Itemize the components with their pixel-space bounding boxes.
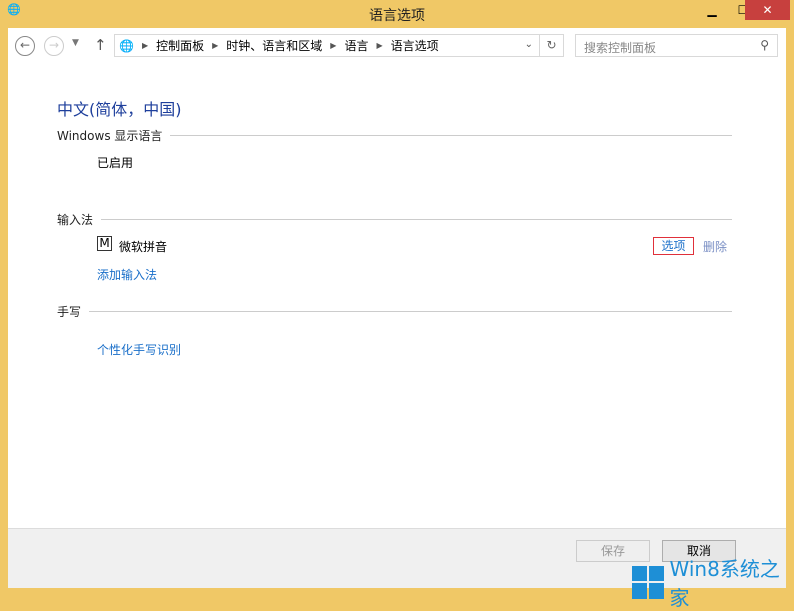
section-label: Windows 显示语言 bbox=[57, 129, 163, 143]
back-button[interactable]: ← bbox=[15, 36, 35, 56]
input-method-section: 输入法 bbox=[57, 211, 732, 228]
forward-button[interactable]: → bbox=[44, 36, 64, 56]
window-content: ← → ▼ ↑ 🌐 ▶ 控制面板 ▶ 时钟、语言和区域 ▶ 语言 ▶ 语言选项 … bbox=[8, 28, 786, 588]
breadcrumb-language[interactable]: 语言 bbox=[344, 37, 368, 54]
up-button[interactable]: ↑ bbox=[94, 36, 107, 54]
divider bbox=[101, 219, 732, 220]
ime-remove-link[interactable]: 删除 bbox=[703, 238, 727, 255]
breadcrumb-control-panel[interactable]: 控制面板 bbox=[156, 37, 204, 54]
page-title: 中文(简体，中国) bbox=[57, 100, 182, 119]
close-button[interactable]: ✕ bbox=[745, 0, 790, 20]
windows-logo-icon bbox=[632, 565, 664, 599]
section-label: 输入法 bbox=[57, 213, 94, 227]
search-input[interactable]: 搜索控制面板 ⚲ bbox=[575, 34, 778, 57]
search-icon[interactable]: ⚲ bbox=[760, 38, 769, 52]
language-globe-icon: 🌐 bbox=[119, 38, 134, 53]
add-ime-link[interactable]: 添加输入法 bbox=[97, 266, 157, 283]
watermark: Win8系统之家 bbox=[632, 553, 794, 611]
breadcrumb-language-options[interactable]: 语言选项 bbox=[391, 37, 439, 54]
minimize-button[interactable]: ▁ bbox=[697, 0, 727, 20]
search-placeholder: 搜索控制面板 bbox=[584, 41, 657, 55]
chevron-right-icon: ▶ bbox=[141, 41, 149, 50]
chevron-right-icon: ▶ bbox=[376, 41, 383, 50]
chevron-down-icon[interactable]: ⌄ bbox=[525, 39, 533, 50]
window-title: 语言选项 bbox=[369, 8, 425, 24]
breadcrumb-clock-language-region[interactable]: 时钟、语言和区域 bbox=[226, 37, 322, 54]
chevron-right-icon: ▶ bbox=[330, 41, 337, 50]
handwriting-section: 手写 bbox=[57, 303, 732, 320]
navigation-bar: ← → ▼ ↑ 🌐 ▶ 控制面板 ▶ 时钟、语言和区域 ▶ 语言 ▶ 语言选项 … bbox=[8, 28, 786, 64]
display-language-section: Windows 显示语言 bbox=[57, 127, 732, 144]
title-bar: 🌐 语言选项 ▁ ☐ ✕ bbox=[0, 0, 794, 28]
address-bar[interactable]: 🌐 ▶ 控制面板 ▶ 时钟、语言和区域 ▶ 语言 ▶ 语言选项 ⌄ ↻ bbox=[114, 34, 564, 57]
divider bbox=[170, 135, 732, 136]
divider bbox=[89, 311, 732, 312]
chevron-right-icon: ▶ bbox=[212, 41, 219, 50]
section-label: 手写 bbox=[57, 305, 82, 319]
recent-locations-dropdown[interactable]: ▼ bbox=[72, 38, 79, 48]
ime-name: 微软拼音 bbox=[119, 240, 168, 254]
refresh-button[interactable]: ↻ bbox=[539, 35, 563, 56]
ime-options-link[interactable]: 选项 bbox=[653, 237, 694, 255]
personalize-handwriting-link[interactable]: 个性化手写识别 bbox=[97, 341, 181, 358]
display-language-status: 已启用 bbox=[97, 156, 134, 170]
watermark-text: Win8系统之家 bbox=[669, 557, 780, 610]
ime-icon: M bbox=[97, 236, 112, 251]
